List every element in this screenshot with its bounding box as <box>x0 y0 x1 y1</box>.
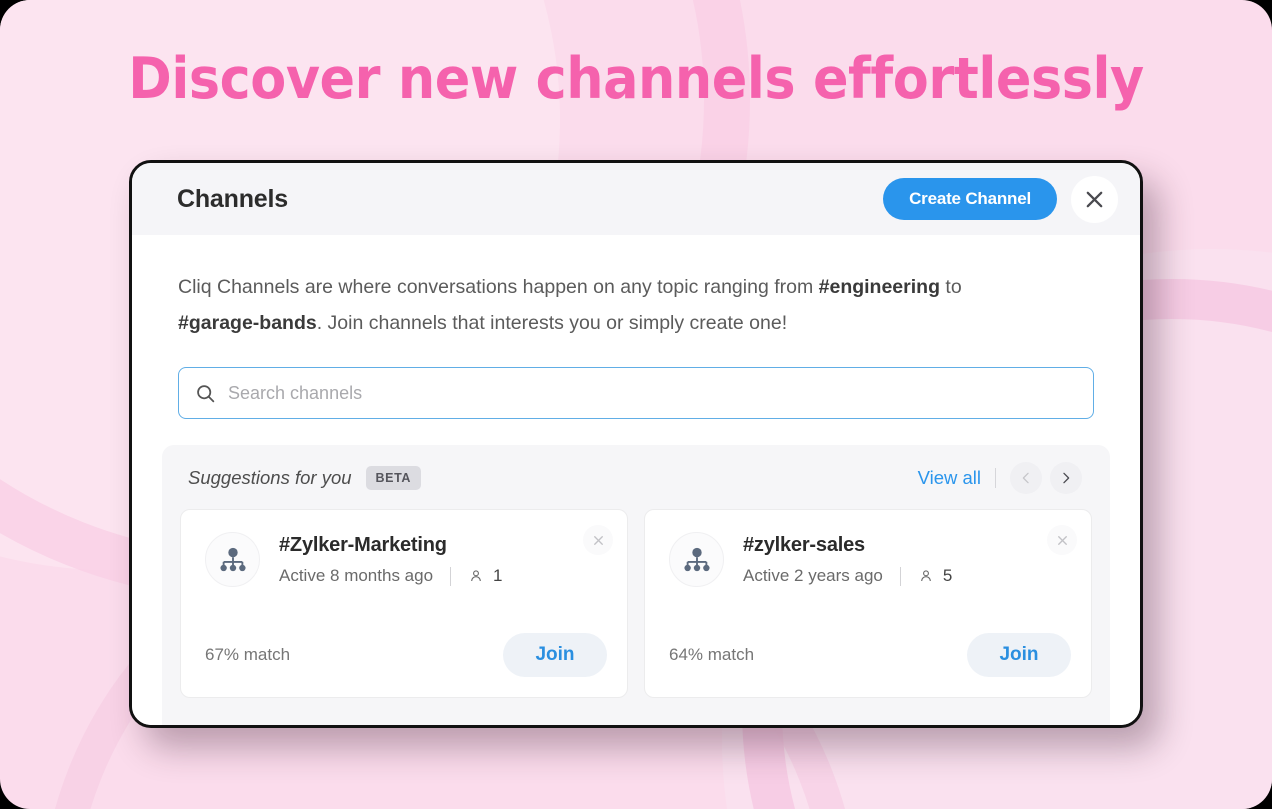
join-button[interactable]: Join <box>967 633 1071 677</box>
channel-card[interactable]: #Zylker-Marketing Active 8 months ago 1 <box>180 509 628 698</box>
create-channel-button[interactable]: Create Channel <box>883 178 1057 220</box>
suggestions-header: Suggestions for you BETA View all <box>180 461 1092 495</box>
channel-meta: Active 8 months ago 1 <box>279 566 503 586</box>
view-all-link[interactable]: View all <box>918 467 981 489</box>
meta-divider <box>899 566 901 586</box>
card-top: #Zylker-Marketing Active 8 months ago 1 <box>205 532 605 587</box>
tag-engineering: #engineering <box>818 276 940 298</box>
modal-description: Cliq Channels are where conversations ha… <box>178 269 1048 341</box>
channel-card[interactable]: #zylker-sales Active 2 years ago 5 64% m… <box>644 509 1092 698</box>
channel-name: #zylker-sales <box>743 534 865 556</box>
dismiss-suggestion-button[interactable] <box>1047 525 1077 555</box>
suggestion-cards: #Zylker-Marketing Active 8 months ago 1 <box>180 509 1092 698</box>
card-bottom: 67% match Join <box>205 633 607 677</box>
search-input[interactable] <box>228 382 1077 404</box>
description-text-2: to <box>940 276 962 298</box>
channel-name: #Zylker-Marketing <box>279 534 447 556</box>
search-icon <box>197 384 215 402</box>
match-percentage: 67% match <box>205 645 291 664</box>
card-top: #zylker-sales Active 2 years ago 5 <box>669 532 1069 587</box>
page-headline: Discover new channels effortlessly <box>128 46 1144 112</box>
channel-activity: Active 8 months ago <box>279 566 434 585</box>
channel-hierarchy-icon <box>219 547 246 571</box>
join-button[interactable]: Join <box>503 633 607 677</box>
person-icon <box>920 570 931 582</box>
person-icon <box>471 570 481 582</box>
modal-body: Cliq Channels are where conversations ha… <box>132 235 1140 725</box>
meta-divider <box>450 566 452 586</box>
beta-badge: BETA <box>365 466 422 490</box>
search-field[interactable] <box>178 367 1094 419</box>
carousel-prev-button[interactable] <box>1010 462 1042 494</box>
close-icon <box>593 535 603 545</box>
nav-divider <box>995 468 996 488</box>
description-text-3: . Join channels that interests you or si… <box>316 312 788 334</box>
avatar <box>669 532 724 587</box>
member-count: 5 <box>942 566 953 585</box>
description-text-1: Cliq Channels are where conversations ha… <box>178 276 819 298</box>
close-button[interactable] <box>1071 175 1118 223</box>
channels-modal: Channels Create Channel Cliq Channels ar… <box>129 160 1143 728</box>
page-title: Channels <box>177 184 288 213</box>
chevron-left-icon <box>1022 472 1029 484</box>
suggestions-title: Suggestions for you <box>188 467 352 488</box>
channel-meta: Active 2 years ago 5 <box>743 566 952 586</box>
tag-garage-bands: #garage-bands <box>178 312 317 334</box>
suggestions-panel: Suggestions for you BETA View all #Zylke… <box>162 445 1110 725</box>
match-percentage: 64% match <box>669 645 755 664</box>
close-icon <box>1057 535 1067 545</box>
card-info: #Zylker-Marketing Active 8 months ago 1 <box>279 532 503 586</box>
channel-activity: Active 2 years ago <box>743 566 883 585</box>
modal-header: Channels Create Channel <box>132 163 1140 235</box>
avatar <box>205 532 260 587</box>
chevron-right-icon <box>1063 472 1070 484</box>
page-canvas: Discover new channels effortlessly Chann… <box>0 0 1272 809</box>
member-count: 1 <box>493 566 503 585</box>
close-icon <box>1086 191 1103 207</box>
channel-hierarchy-icon <box>683 547 710 571</box>
dismiss-suggestion-button[interactable] <box>583 525 613 555</box>
card-bottom: 64% match Join <box>669 633 1071 677</box>
carousel-next-button[interactable] <box>1050 462 1082 494</box>
card-info: #zylker-sales Active 2 years ago 5 <box>743 532 952 586</box>
